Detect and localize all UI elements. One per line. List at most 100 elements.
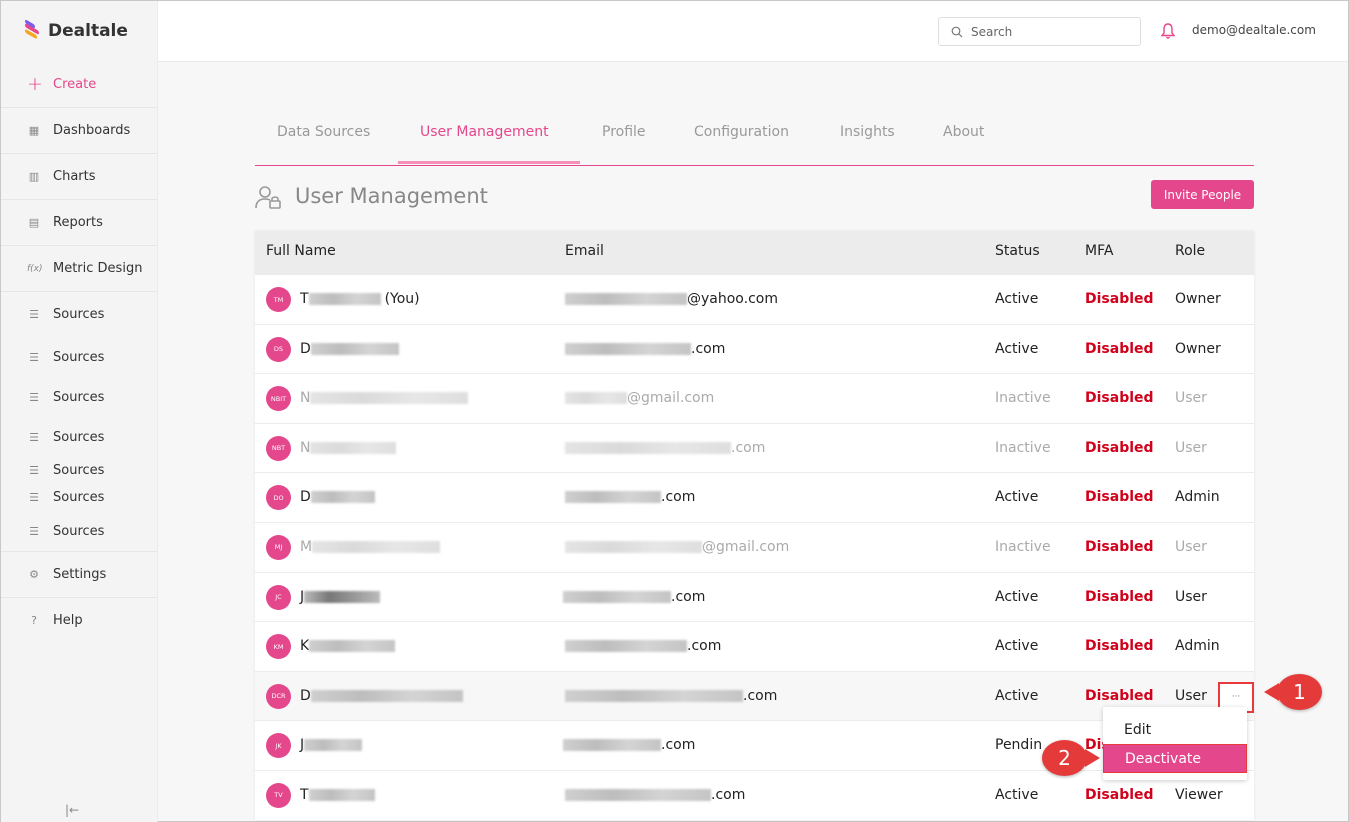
invite-people-button[interactable]: Invite People xyxy=(1151,180,1254,209)
mfa-cell: Disabled xyxy=(1085,538,1154,555)
sidebar-item-label: Help xyxy=(53,613,83,628)
tab-profile[interactable]: Profile xyxy=(602,124,646,140)
step-callout-1: 1 xyxy=(1264,674,1322,710)
sidebar-item-sources[interactable]: ☰ Sources xyxy=(1,377,157,417)
user-name: T xyxy=(300,787,375,803)
tab-bar: Data Sources User Management Profile Con… xyxy=(255,109,1254,166)
sidebar-item-sources[interactable]: ☰ Sources xyxy=(1,511,157,551)
table-row[interactable]: MJ M @gmail.com Inactive Disabled User xyxy=(255,521,1254,572)
redacted-email xyxy=(565,540,702,553)
table-row[interactable]: JC J .com Active Disabled User xyxy=(255,571,1254,622)
sidebar-item-metric-design[interactable]: f(x) Metric Design xyxy=(1,245,157,291)
database-icon: ☰ xyxy=(29,390,39,404)
name-initial: N xyxy=(300,390,311,407)
sidebar-item-sources[interactable]: ☰ Sources xyxy=(1,484,157,511)
redacted-name xyxy=(308,788,375,801)
column-header-email[interactable]: Email xyxy=(565,243,604,259)
app-logo[interactable]: Dealtale xyxy=(1,1,157,61)
app-name: Dealtale xyxy=(48,21,128,41)
user-email[interactable]: demo@dealtale.com xyxy=(1192,23,1316,37)
user-email-cell: @yahoo.com xyxy=(565,291,778,307)
sidebar-item-label: Sources xyxy=(53,349,105,365)
user-email-cell: .com xyxy=(565,341,725,357)
table-row[interactable]: DO D .com Active Disabled Admin xyxy=(255,472,1254,522)
function-icon: f(x) xyxy=(27,263,43,274)
role-cell: User xyxy=(1175,687,1207,704)
page-header: User Management Invite People xyxy=(255,180,1254,220)
search-input[interactable] xyxy=(971,24,1121,39)
redacted-name xyxy=(310,491,375,504)
email-domain: .com xyxy=(661,737,696,754)
user-lock-icon xyxy=(255,186,281,209)
tab-about[interactable]: About xyxy=(943,124,984,140)
database-icon: ☰ xyxy=(29,308,39,321)
sidebar-item-label: Sources xyxy=(53,429,105,445)
avatar: TV xyxy=(266,782,291,808)
sidebar-item-sources[interactable]: ☰ Sources xyxy=(1,337,157,377)
menu-item-deactivate[interactable]: Deactivate xyxy=(1103,744,1247,773)
bell-icon[interactable] xyxy=(1160,22,1176,40)
tab-user-management[interactable]: User Management xyxy=(420,124,549,140)
table-row[interactable]: DS D .com Active Disabled Owner xyxy=(255,323,1254,374)
redacted-name xyxy=(304,590,381,603)
sidebar-item-sources[interactable]: ☰ Sources xyxy=(1,417,157,457)
top-bar: demo@dealtale.com xyxy=(158,1,1348,62)
user-name: N xyxy=(300,440,397,456)
email-domain: .com xyxy=(711,786,746,803)
redacted-email xyxy=(565,293,687,305)
sidebar-item-help[interactable]: ? Help xyxy=(1,597,157,643)
search-icon xyxy=(951,26,963,37)
user-name: D xyxy=(300,688,463,704)
table-row[interactable]: NBT N .com Inactive Disabled User xyxy=(255,422,1254,473)
tab-insights[interactable]: Insights xyxy=(840,124,895,140)
redacted-name xyxy=(308,293,381,305)
menu-item-edit[interactable]: Edit xyxy=(1103,715,1247,744)
sidebar-item-reports[interactable]: ▤ Reports xyxy=(1,199,157,245)
help-icon: ? xyxy=(31,614,37,627)
sidebar-item-create[interactable]: + Create xyxy=(1,61,157,107)
column-header-mfa[interactable]: MFA xyxy=(1085,243,1113,259)
search-box[interactable] xyxy=(938,17,1141,46)
sidebar-item-label: Dashboards xyxy=(53,123,131,138)
user-email-cell: .com xyxy=(565,638,721,654)
status-cell: Active xyxy=(995,291,1039,307)
name-initial: K xyxy=(300,638,310,655)
gear-icon: ⚙ xyxy=(29,568,39,581)
sidebar-item-sources[interactable]: ☰ Sources xyxy=(1,291,157,337)
avatar: DCR xyxy=(266,683,291,709)
database-icon: ☰ xyxy=(29,350,39,364)
email-domain: @gmail.com xyxy=(702,538,790,555)
email-domain: .com xyxy=(691,340,726,357)
tab-data-sources[interactable]: Data Sources xyxy=(277,124,370,140)
status-cell: Active xyxy=(995,588,1039,605)
email-domain: .com xyxy=(661,489,696,506)
tab-configuration[interactable]: Configuration xyxy=(694,124,789,140)
column-header-full-name[interactable]: Full Name xyxy=(266,243,336,259)
role-cell: Owner xyxy=(1175,291,1221,307)
sidebar-item-charts[interactable]: ▥ Charts xyxy=(1,153,157,199)
status-cell: Active xyxy=(995,638,1039,655)
user-name: T (You) xyxy=(300,291,420,307)
redacted-name xyxy=(310,392,469,405)
column-header-role[interactable]: Role xyxy=(1175,243,1205,259)
name-initial: D xyxy=(300,340,311,357)
name-suffix: (You) xyxy=(384,291,420,307)
table-row[interactable]: NBIT N @gmail.com Inactive Disabled User xyxy=(255,373,1254,423)
role-cell: User xyxy=(1175,439,1207,456)
avatar: MJ xyxy=(266,534,291,560)
redacted-email xyxy=(565,441,731,454)
collapse-sidebar-icon[interactable]: |← xyxy=(65,803,79,817)
active-tab-indicator xyxy=(398,161,580,164)
plus-icon: + xyxy=(27,73,43,95)
sidebar-item-settings[interactable]: ⚙ Settings xyxy=(1,551,157,597)
sidebar-item-dashboards[interactable]: ▦ Dashboards xyxy=(1,107,157,153)
redacted-email xyxy=(565,392,627,405)
document-icon: ▤ xyxy=(28,216,40,229)
status-cell: Inactive xyxy=(995,390,1051,407)
callout-pointer xyxy=(1264,683,1279,701)
table-row[interactable]: TM T (You) @yahoo.com Active Disabled Ow… xyxy=(255,274,1254,324)
table-row[interactable]: KM K .com Active Disabled Admin xyxy=(255,621,1254,671)
callout-number: 2 xyxy=(1058,746,1071,770)
column-header-status[interactable]: Status xyxy=(995,243,1040,259)
sidebar-item-sources[interactable]: ☰ Sources xyxy=(1,457,157,484)
